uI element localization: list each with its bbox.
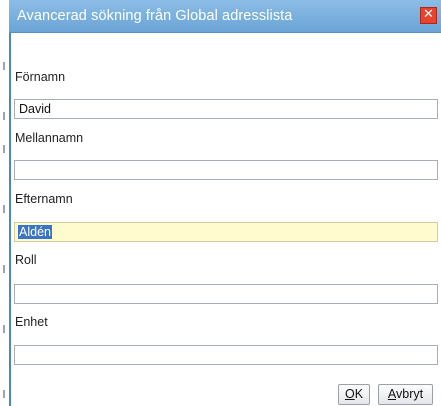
last-name-label: Efternamn bbox=[15, 192, 73, 206]
edge-mark bbox=[3, 112, 5, 120]
ok-label-rest: K bbox=[354, 387, 364, 401]
role-input[interactable] bbox=[14, 284, 438, 304]
last-name-selected-text: Aldén bbox=[18, 225, 52, 239]
edge-mark bbox=[3, 145, 5, 153]
unit-input[interactable] bbox=[14, 345, 438, 365]
ok-button[interactable]: OK bbox=[338, 384, 370, 405]
ok-mnemonic: O bbox=[344, 387, 355, 401]
edge-mark bbox=[3, 390, 5, 398]
last-name-input[interactable]: Aldén bbox=[14, 222, 438, 242]
edge-mark bbox=[3, 325, 5, 333]
edge-mark bbox=[3, 62, 5, 70]
edge-mark bbox=[3, 205, 5, 213]
unit-label: Enhet bbox=[15, 315, 48, 329]
cancel-label-rest: vbryt bbox=[396, 387, 424, 401]
cancel-mnemonic: A bbox=[387, 387, 397, 401]
edge-mark bbox=[3, 265, 5, 273]
background-window-edge bbox=[0, 0, 9, 406]
role-label: Roll bbox=[15, 253, 37, 267]
close-icon: ✕ bbox=[423, 7, 434, 22]
dialog-title: Avancerad sökning från Global adresslist… bbox=[17, 8, 293, 24]
title-bar[interactable]: Avancerad sökning från Global adresslist… bbox=[9, 0, 441, 33]
close-button[interactable]: ✕ bbox=[420, 7, 437, 24]
advanced-search-dialog: Avancerad sökning från Global adresslist… bbox=[0, 0, 441, 406]
middle-name-input[interactable] bbox=[14, 160, 438, 180]
first-name-input[interactable] bbox=[14, 99, 438, 119]
first-name-label: Förnamn bbox=[15, 70, 66, 84]
cancel-button[interactable]: Avbryt bbox=[378, 384, 433, 405]
middle-name-label: Mellannamn bbox=[15, 131, 84, 145]
